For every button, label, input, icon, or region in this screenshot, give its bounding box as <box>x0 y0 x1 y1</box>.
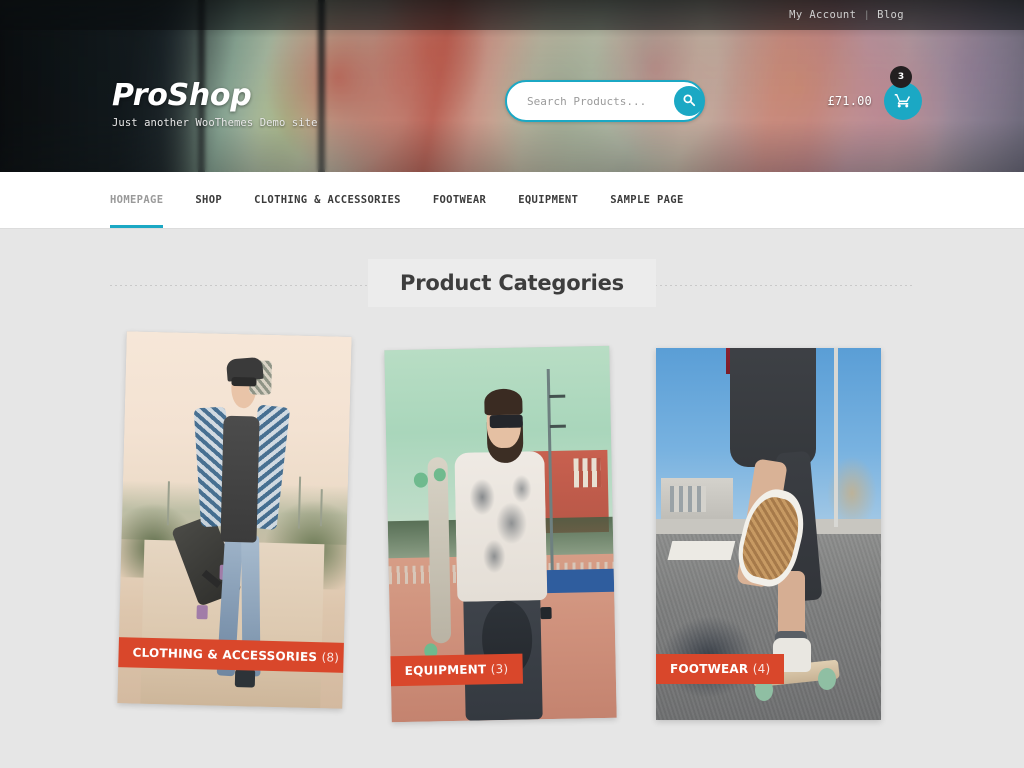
page-title: Product Categories <box>368 259 656 307</box>
cart-summary[interactable]: £71.00 3 <box>827 66 922 120</box>
shopping-cart-icon <box>894 91 912 112</box>
category-label-clothing-accessories[interactable]: CLOTHING & ACCESSORIES (8) <box>117 636 352 674</box>
search-input[interactable] <box>527 94 674 108</box>
section-header: Product Categories <box>0 229 1024 337</box>
nav-item-homepage[interactable]: HOMEPAGE <box>110 172 164 228</box>
utility-bar: My Account | Blog <box>0 0 1024 30</box>
nav-item-footwear[interactable]: FOOTWEAR <box>433 172 486 228</box>
category-card-clothing-accessories[interactable]: CLOTHING & ACCESSORIES (8) <box>117 331 352 709</box>
nav-item-equipment[interactable]: EQUIPMENT <box>518 172 578 228</box>
category-label-footwear[interactable]: FOOTWEAR (4) <box>656 654 785 684</box>
category-card-equipment[interactable]: EQUIPMENT (3) <box>384 345 617 723</box>
cart-total-amount: £71.00 <box>827 94 872 108</box>
my-account-link[interactable]: My Account <box>789 9 856 21</box>
category-name: EQUIPMENT <box>404 662 487 678</box>
category-count: (3) <box>490 661 509 677</box>
nav-item-sample-page[interactable]: SAMPLE PAGE <box>610 172 683 228</box>
nav-item-clothing-accessories[interactable]: CLOTHING & ACCESSORIES <box>254 172 401 228</box>
site-header-banner: My Account | Blog ProShop Just another W… <box>0 0 1024 172</box>
search-submit-button[interactable] <box>674 86 704 116</box>
nav-item-shop[interactable]: SHOP <box>195 172 222 228</box>
cart-button[interactable]: 3 <box>884 66 922 120</box>
category-count: (4) <box>752 662 771 676</box>
site-title: ProShop <box>112 78 252 113</box>
main-content: Product Categories CLOTHING & ACCESSORIE… <box>0 229 1024 768</box>
category-label-equipment[interactable]: EQUIPMENT (3) <box>384 653 523 687</box>
product-category-grid: CLOTHING & ACCESSORIES (8) EQUIPMENT (3)… <box>0 331 1024 757</box>
primary-navigation[interactable]: HOMEPAGE SHOP CLOTHING & ACCESSORIES FOO… <box>0 172 1024 229</box>
cart-item-count-badge: 3 <box>890 66 912 88</box>
site-branding[interactable]: ProShop Just another WooThemes Demo site <box>112 78 318 129</box>
product-search-form[interactable] <box>505 80 705 122</box>
category-name: CLOTHING & ACCESSORIES <box>132 645 318 665</box>
blog-link[interactable]: Blog <box>877 9 904 21</box>
category-count: (8) <box>321 650 340 665</box>
utility-bar-separator: | <box>865 9 869 21</box>
category-name: FOOTWEAR <box>670 662 749 676</box>
category-card-footwear[interactable]: FOOTWEAR (4) <box>656 348 881 720</box>
search-icon <box>682 93 696 110</box>
site-tagline: Just another WooThemes Demo site <box>112 117 318 129</box>
